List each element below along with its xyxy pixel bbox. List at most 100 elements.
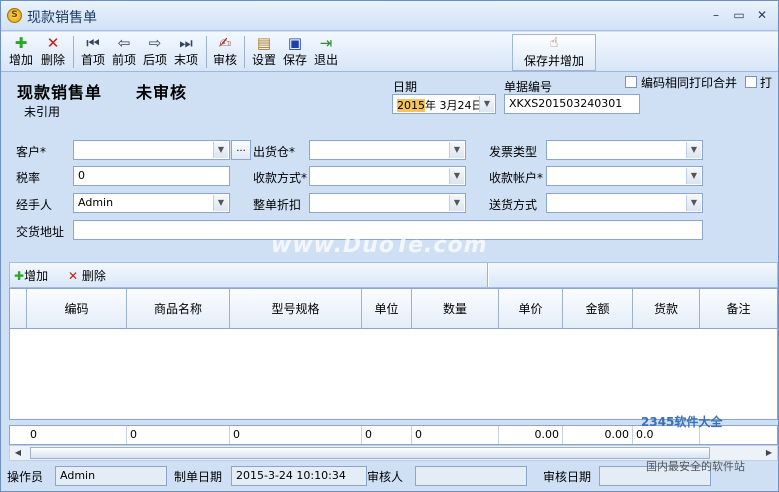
toolbar: ✚ 增加 ✕ 删除 ⏮ 首项 ⇦ 前项 ⇨ 后项 ⏭ 末项 ✍ 审核 ▤ 设置 … bbox=[1, 32, 778, 72]
account-select[interactable]: ▼ bbox=[546, 166, 703, 186]
settings-icon: ▤ bbox=[256, 34, 272, 52]
operator-field: Admin bbox=[55, 466, 167, 486]
add-button[interactable]: ✚ 增加 bbox=[7, 34, 35, 70]
handler-select[interactable]: Admin ▼ bbox=[73, 193, 230, 213]
warehouse-select[interactable]: ▼ bbox=[309, 140, 466, 160]
address-label: 交货地址 bbox=[16, 225, 65, 239]
title-bar: S 现款销售单 – ▭ ✕ bbox=[1, 1, 778, 31]
auditor-field bbox=[415, 466, 527, 486]
invoice-type-label: 发票类型 bbox=[489, 145, 538, 159]
delete-x-icon: ✕ bbox=[46, 34, 60, 52]
chevron-down-icon[interactable]: ▼ bbox=[479, 96, 494, 112]
account-label: 收款帐户* bbox=[489, 171, 544, 185]
column-header[interactable]: 单位 bbox=[362, 289, 412, 329]
next-record-button[interactable]: ⇨ 后项 bbox=[141, 34, 169, 70]
watermark: www.DuoTe.com bbox=[271, 233, 488, 258]
settings-button[interactable]: ▤ 设置 bbox=[250, 34, 278, 70]
detail-delete-button[interactable]: ✕ 删除 bbox=[68, 267, 106, 284]
summary-cell: 0 bbox=[412, 426, 499, 444]
maximize-icon[interactable]: ▭ bbox=[732, 9, 746, 23]
customer-browse-button[interactable]: ... bbox=[231, 140, 251, 160]
date-picker[interactable]: 2015年 3月24日 ▼ bbox=[392, 94, 496, 114]
summary-cell: 0 bbox=[230, 426, 362, 444]
operator-label: 操作员 bbox=[7, 470, 44, 484]
summary-cell: 0 bbox=[27, 426, 127, 444]
first-icon: ⏮ bbox=[86, 34, 100, 52]
payment-method-label: 收款方式* bbox=[253, 171, 308, 185]
scrollbar-thumb[interactable] bbox=[30, 447, 710, 459]
prev-record-button[interactable]: ⇦ 前项 bbox=[110, 34, 138, 70]
doc-number-field[interactable]: XKXS201503240301 bbox=[504, 94, 640, 114]
discount-label: 整单折扣 bbox=[253, 198, 302, 212]
column-header[interactable]: 货款 bbox=[633, 289, 700, 329]
close-icon[interactable]: ✕ bbox=[755, 9, 769, 23]
hand-pointer-icon: ☝ bbox=[549, 35, 559, 51]
column-header[interactable]: 数量 bbox=[412, 289, 499, 329]
exit-button[interactable]: ⇥ 退出 bbox=[312, 34, 340, 70]
detail-add-button[interactable]: ✚增加 bbox=[14, 267, 48, 284]
minimize-icon[interactable]: – bbox=[709, 9, 723, 23]
plus-icon: ✚ bbox=[14, 269, 25, 283]
customer-select[interactable]: ▼ bbox=[73, 140, 230, 160]
toolbar-separator bbox=[73, 36, 74, 68]
chevron-down-icon[interactable]: ▼ bbox=[686, 168, 701, 184]
tax-rate-field[interactable]: 0 bbox=[73, 166, 230, 186]
window-title: 现款销售单 bbox=[27, 10, 97, 26]
scroll-left-icon[interactable]: ◀ bbox=[10, 446, 26, 460]
toolbar-separator bbox=[244, 36, 245, 68]
chevron-down-icon[interactable]: ▼ bbox=[449, 168, 464, 184]
warehouse-label: 出货仓* bbox=[253, 145, 296, 159]
delivery-select[interactable]: ▼ bbox=[546, 193, 703, 213]
payment-method-select[interactable]: ▼ bbox=[309, 166, 466, 186]
plus-icon: ✚ bbox=[14, 34, 28, 52]
print-label: 打 bbox=[760, 76, 773, 90]
last-record-button[interactable]: ⏭ 末项 bbox=[172, 34, 200, 70]
delete-button[interactable]: ✕ 删除 bbox=[39, 34, 67, 70]
summary-cell: 0.00 bbox=[499, 426, 563, 444]
discount-select[interactable]: ▼ bbox=[309, 193, 466, 213]
last-icon: ⏭ bbox=[179, 34, 193, 52]
save-and-add-button[interactable]: ☝ 保存并增加 bbox=[512, 34, 596, 71]
document-title: 现款销售单 bbox=[17, 83, 103, 102]
delivery-label: 送货方式 bbox=[489, 198, 538, 212]
main-window: S 现款销售单 – ▭ ✕ ✚ 增加 ✕ 删除 ⏮ 首项 ⇦ 前项 ⇨ 后项 ⏭… bbox=[0, 0, 779, 492]
detail-grid[interactable]: 编码 商品名称 型号规格 单位 数量 单价 金额 货款 备注 bbox=[9, 288, 778, 420]
chevron-down-icon[interactable]: ▼ bbox=[686, 142, 701, 158]
arrow-right-icon: ⇨ bbox=[148, 34, 162, 52]
merge-print-checkbox[interactable] bbox=[625, 76, 637, 88]
delete-x-icon: ✕ bbox=[68, 269, 79, 283]
chevron-down-icon[interactable]: ▼ bbox=[686, 195, 701, 211]
detail-toolbar: ✚增加 ✕ 删除 bbox=[9, 262, 778, 288]
column-header[interactable]: 备注 bbox=[700, 289, 777, 329]
save-button[interactable]: ▣ 保存 bbox=[281, 34, 309, 70]
first-record-button[interactable]: ⏮ 首项 bbox=[79, 34, 107, 70]
print-checkbox[interactable] bbox=[745, 76, 757, 88]
reference-state: 未引用 bbox=[24, 105, 61, 119]
merge-print-label: 编码相同打印合并 bbox=[641, 76, 738, 90]
date-label: 日期 bbox=[393, 80, 418, 94]
column-header[interactable]: 单价 bbox=[499, 289, 563, 329]
exit-door-icon: ⇥ bbox=[319, 34, 333, 52]
column-header[interactable]: 商品名称 bbox=[127, 289, 230, 329]
summary-cell: 0 bbox=[362, 426, 412, 444]
chevron-down-icon[interactable]: ▼ bbox=[449, 142, 464, 158]
audit-button[interactable]: ✍ 审核 bbox=[211, 34, 239, 70]
customer-label: 客户* bbox=[16, 145, 47, 159]
row-indicator bbox=[10, 289, 27, 329]
arrow-left-icon: ⇦ bbox=[117, 34, 131, 52]
chevron-down-icon[interactable]: ▼ bbox=[449, 195, 464, 211]
toolbar-separator bbox=[487, 263, 489, 287]
invoice-type-select[interactable]: ▼ bbox=[546, 140, 703, 160]
column-header[interactable]: 编码 bbox=[27, 289, 127, 329]
audit-date-label: 审核日期 bbox=[543, 470, 592, 484]
tax-rate-label: 税率 bbox=[16, 171, 41, 185]
grid-header: 编码 商品名称 型号规格 单位 数量 单价 金额 货款 备注 bbox=[10, 289, 777, 329]
created-date-field: 2015-3-24 10:10:34 bbox=[231, 466, 367, 486]
scroll-right-icon[interactable]: ▶ bbox=[761, 446, 777, 460]
corner-watermark-sub: 国内最安全的软件站 bbox=[646, 460, 745, 473]
chevron-down-icon[interactable]: ▼ bbox=[213, 195, 228, 211]
chevron-down-icon[interactable]: ▼ bbox=[213, 142, 228, 158]
column-header[interactable]: 型号规格 bbox=[230, 289, 362, 329]
column-header[interactable]: 金额 bbox=[563, 289, 633, 329]
document-status: 未审核 bbox=[136, 83, 188, 102]
